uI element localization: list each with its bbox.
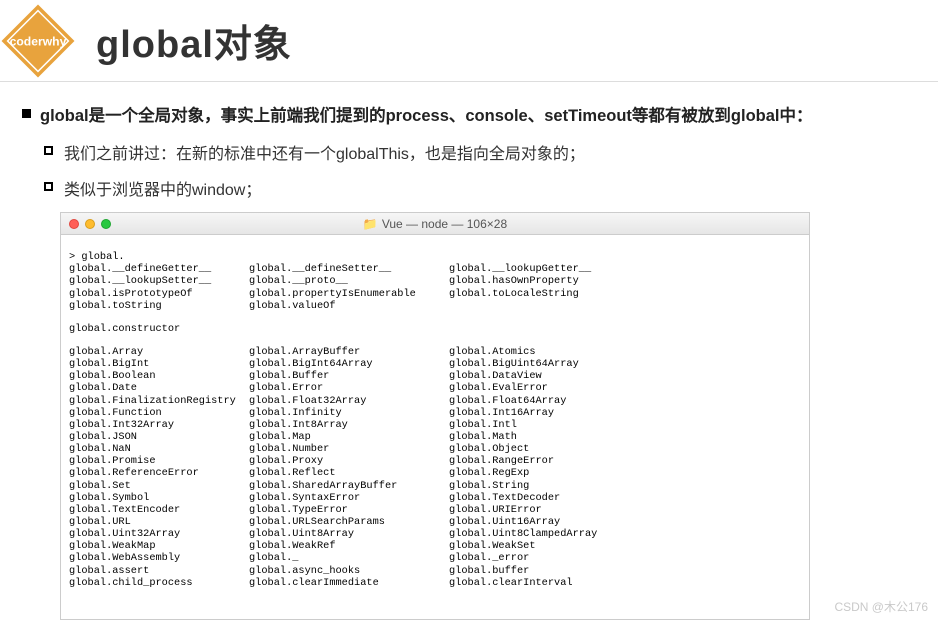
terminal-entry: global.Promise: [69, 455, 249, 467]
terminal-entry: global.__lookupGetter__: [449, 263, 649, 275]
terminal-entry: global.Number: [249, 443, 449, 455]
terminal-entry: global.__proto__: [249, 275, 449, 287]
page-title: global对象: [96, 13, 292, 68]
terminal-entry: global.JSON: [69, 431, 249, 443]
terminal-entry: global.DataView: [449, 370, 649, 382]
terminal-entry: global.Intl: [449, 419, 649, 431]
terminal-entry: global.TextDecoder: [449, 492, 649, 504]
terminal-entry: global.Boolean: [69, 370, 249, 382]
terminal-entry: global.WeakMap: [69, 540, 249, 552]
terminal-column: global.__defineSetter__global.__proto__g…: [249, 263, 449, 312]
terminal-entry: global.isPrototypeOf: [69, 288, 249, 300]
bullet-sub-1: 我们之前讲过：在新的标准中还有一个globalThis，也是指向全局对象的；: [44, 140, 916, 164]
terminal-entry: global.child_process: [69, 577, 249, 589]
terminal-entry: global.Math: [449, 431, 649, 443]
terminal-entry: global.Int16Array: [449, 407, 649, 419]
slide-content: global是一个全局对象，事实上前端我们提到的process、console、…: [0, 82, 938, 620]
terminal-entry: global.toLocaleString: [449, 288, 649, 300]
terminal-column: global.Arrayglobal.BigIntglobal.Booleang…: [69, 346, 249, 589]
terminal-entry: global.Uint16Array: [449, 516, 649, 528]
terminal-entry: global._: [249, 552, 449, 564]
terminal-entry: global.async_hooks: [249, 565, 449, 577]
svg-text:coderwhy: coderwhy: [10, 34, 67, 48]
terminal-entry: global.Set: [69, 480, 249, 492]
bullet-main: global是一个全局对象，事实上前端我们提到的process、console、…: [22, 102, 916, 126]
terminal-entry: global.Float32Array: [249, 395, 449, 407]
terminal-entry: global.WebAssembly: [69, 552, 249, 564]
terminal-prompt: > global.: [69, 251, 801, 263]
terminal-titlebar: 📁 Vue — node — 106×28: [61, 213, 809, 235]
terminal-entry: global.__defineGetter__: [69, 263, 249, 275]
terminal-line: global.constructor: [69, 323, 801, 335]
terminal-entry: global.Uint8ClampedArray: [449, 528, 649, 540]
terminal-window: 📁 Vue — node — 106×28 > global.global.__…: [60, 212, 810, 620]
terminal-entry: global.Error: [249, 382, 449, 394]
terminal-entry: global.Map: [249, 431, 449, 443]
terminal-entry: global.assert: [69, 565, 249, 577]
terminal-entry: global.__lookupSetter__: [69, 275, 249, 287]
terminal-entry: global.BigUint64Array: [449, 358, 649, 370]
slide-header: coderwhy global对象: [0, 0, 938, 82]
terminal-entry: global.toString: [69, 300, 249, 312]
terminal-entry: global.Float64Array: [449, 395, 649, 407]
terminal-entry: global.Array: [69, 346, 249, 358]
terminal-entry: global.URL: [69, 516, 249, 528]
terminal-entry: global.SyntaxError: [249, 492, 449, 504]
terminal-entry: global.NaN: [69, 443, 249, 455]
terminal-entry: global.Uint32Array: [69, 528, 249, 540]
terminal-entry: [449, 300, 649, 312]
terminal-entry: global.valueOf: [249, 300, 449, 312]
terminal-entry: global.BigInt: [69, 358, 249, 370]
terminal-entry: global.Date: [69, 382, 249, 394]
terminal-title: Vue — node — 106×28: [382, 217, 507, 231]
terminal-entry: global.clearInterval: [449, 577, 649, 589]
terminal-entry: global.URIError: [449, 504, 649, 516]
terminal-entry: global.Reflect: [249, 467, 449, 479]
terminal-entry: global.BigInt64Array: [249, 358, 449, 370]
terminal-column: global.ArrayBufferglobal.BigInt64Arraygl…: [249, 346, 449, 589]
terminal-column: global.__lookupGetter__global.hasOwnProp…: [449, 263, 649, 312]
terminal-column: global.__defineGetter__global.__lookupSe…: [69, 263, 249, 312]
terminal-entry: global.hasOwnProperty: [449, 275, 649, 287]
terminal-entry: global.FinalizationRegistry: [69, 395, 249, 407]
terminal-entry: global.WeakRef: [249, 540, 449, 552]
terminal-column: global.Atomicsglobal.BigUint64Arraygloba…: [449, 346, 649, 589]
terminal-entry: global.Atomics: [449, 346, 649, 358]
terminal-entry: global.propertyIsEnumerable: [249, 288, 449, 300]
terminal-entry: global.Symbol: [69, 492, 249, 504]
terminal-entry: global.URLSearchParams: [249, 516, 449, 528]
terminal-entry: global.buffer: [449, 565, 649, 577]
folder-icon: 📁: [363, 217, 378, 231]
watermark: CSDN @木公176: [834, 598, 928, 615]
coderwhy-logo: coderwhy: [0, 3, 76, 79]
terminal-entry: global.Buffer: [249, 370, 449, 382]
terminal-entry: global.Object: [449, 443, 649, 455]
terminal-entry: global.RegExp: [449, 467, 649, 479]
terminal-entry: global.SharedArrayBuffer: [249, 480, 449, 492]
terminal-entry: global.Int32Array: [69, 419, 249, 431]
terminal-entry: global._error: [449, 552, 649, 564]
terminal-entry: global.Infinity: [249, 407, 449, 419]
terminal-entry: global.clearImmediate: [249, 577, 449, 589]
terminal-entry: global.RangeError: [449, 455, 649, 467]
terminal-entry: global.Proxy: [249, 455, 449, 467]
terminal-entry: global.EvalError: [449, 382, 649, 394]
bullet-sub-2: 类似于浏览器中的window；: [44, 176, 916, 200]
terminal-entry: global.__defineSetter__: [249, 263, 449, 275]
terminal-entry: global.Uint8Array: [249, 528, 449, 540]
terminal-entry: global.TypeError: [249, 504, 449, 516]
terminal-entry: global.ArrayBuffer: [249, 346, 449, 358]
terminal-entry: global.String: [449, 480, 649, 492]
terminal-entry: global.WeakSet: [449, 540, 649, 552]
terminal-entry: global.Function: [69, 407, 249, 419]
terminal-entry: global.TextEncoder: [69, 504, 249, 516]
terminal-entry: global.ReferenceError: [69, 467, 249, 479]
terminal-entry: global.Int8Array: [249, 419, 449, 431]
terminal-body: > global.global.__defineGetter__global._…: [61, 235, 809, 619]
